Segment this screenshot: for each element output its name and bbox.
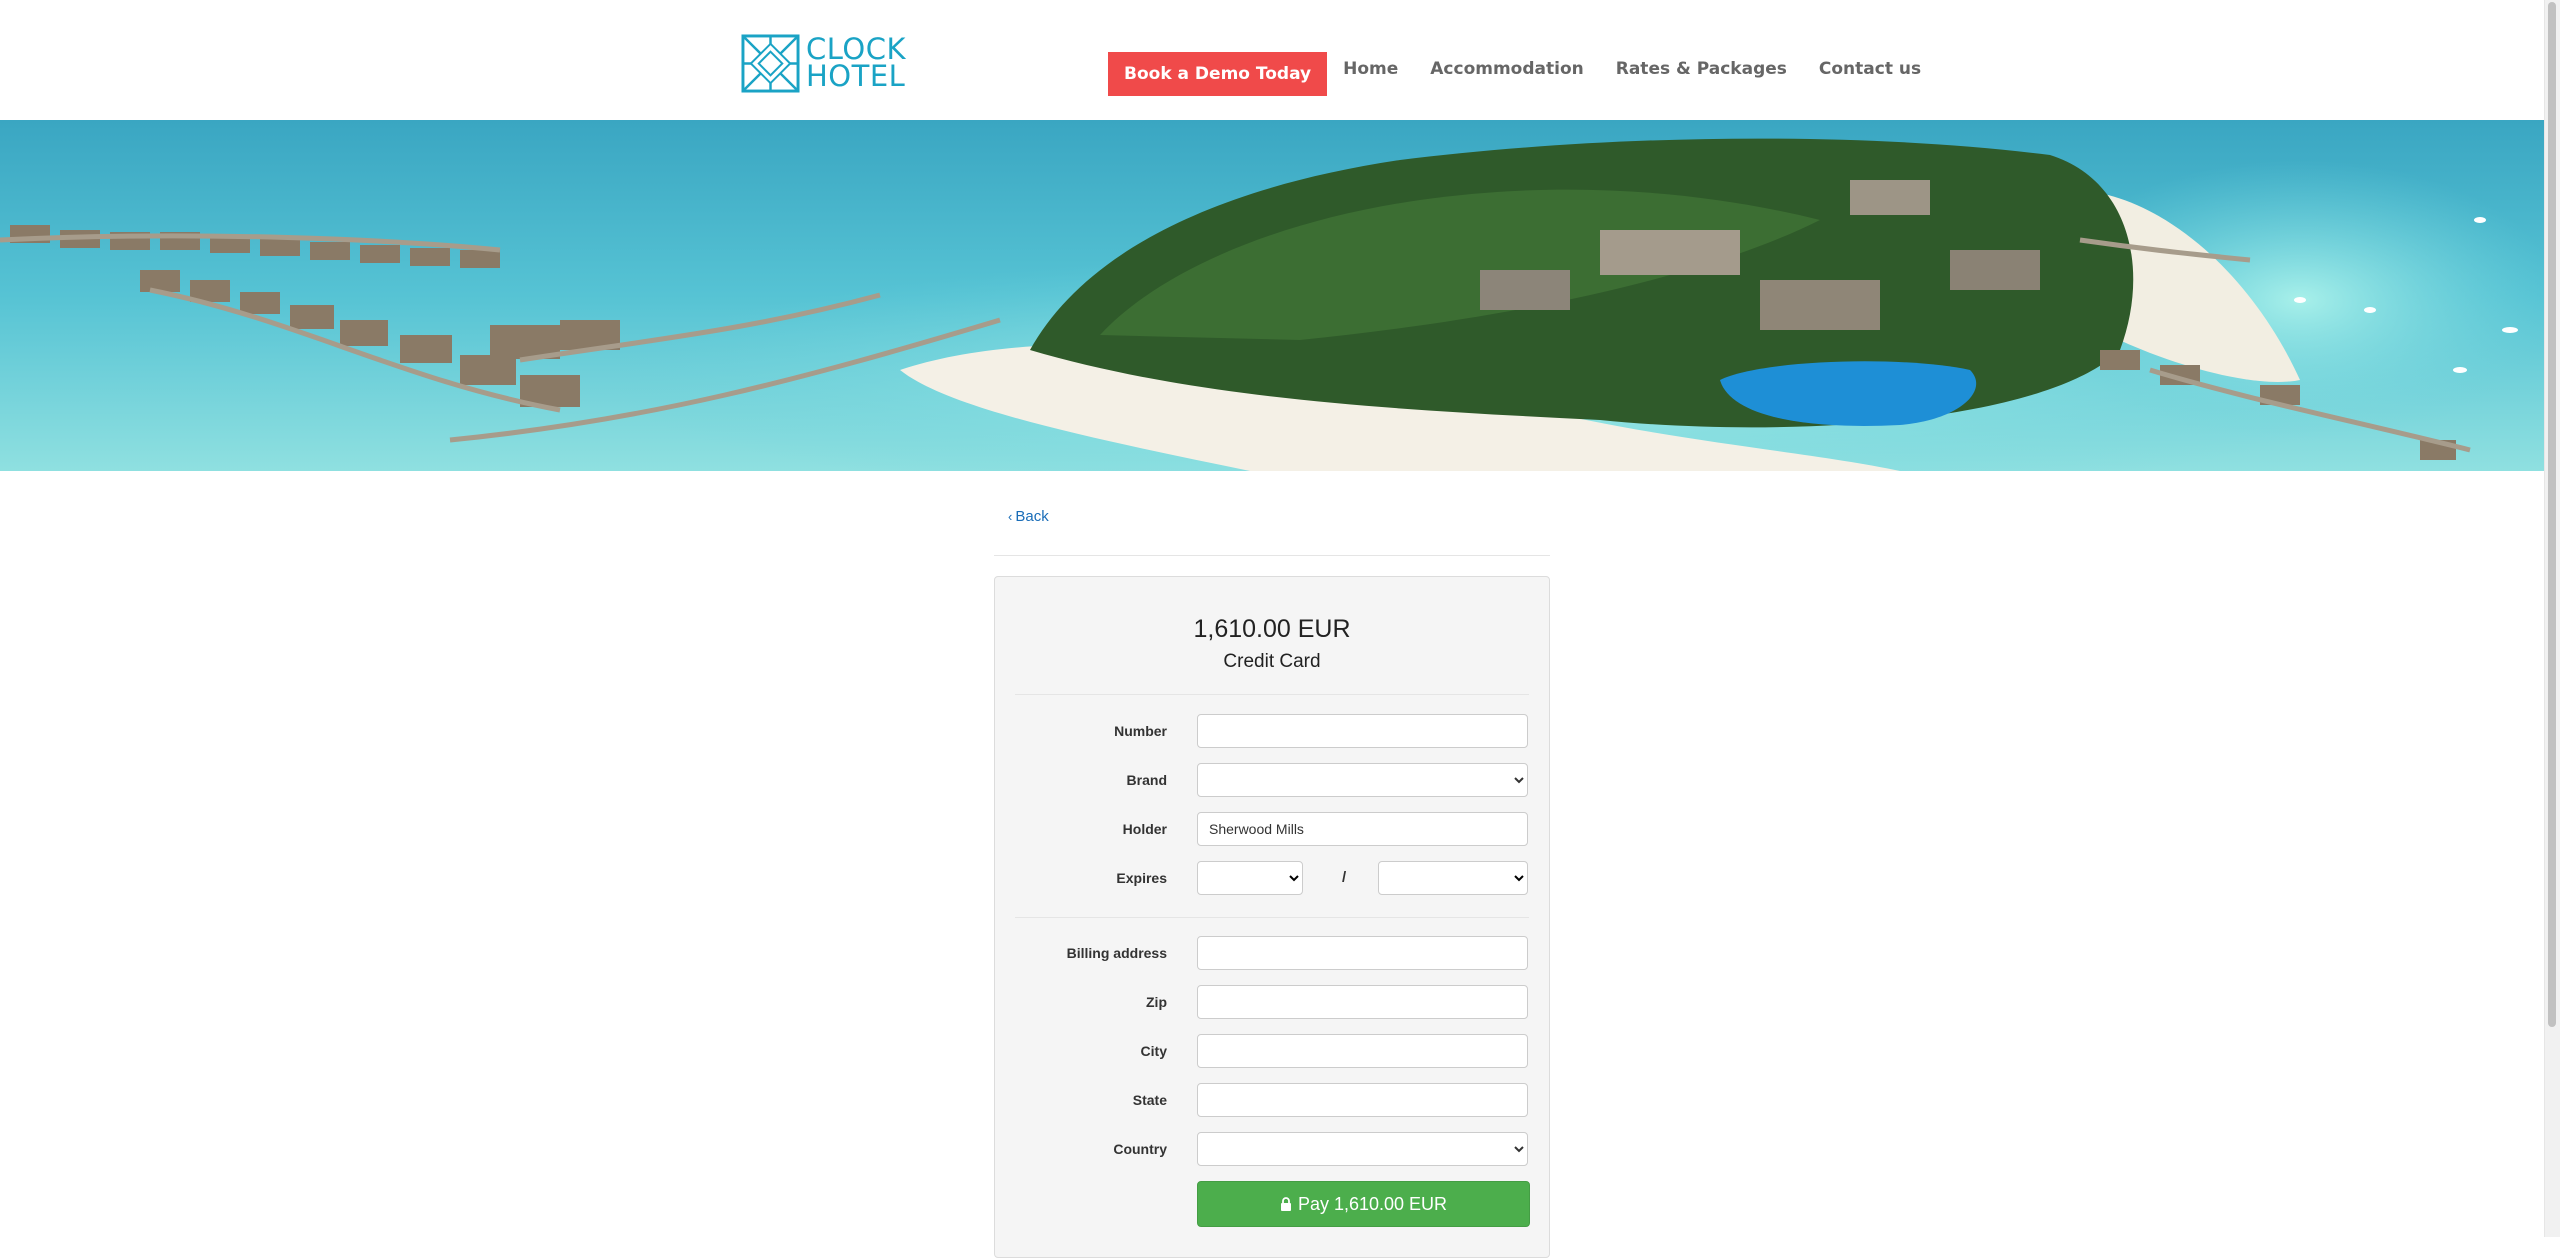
divider	[1015, 694, 1529, 695]
payment-form-panel: 1,610.00 EUR Credit Card Number Brand Ho…	[994, 576, 1550, 1258]
logo-text: CLOCK HOTEL	[806, 35, 906, 93]
back-label: Back	[1015, 508, 1049, 525]
city-input[interactable]	[1197, 1034, 1528, 1068]
card-expires-row: Expires /	[995, 861, 1549, 897]
clock-hotel-logo-icon	[741, 33, 800, 93]
nav-home[interactable]: Home	[1343, 59, 1398, 79]
card-brand-select[interactable]	[1197, 763, 1528, 797]
lock-icon	[1280, 1197, 1291, 1211]
billing-address-row: Billing address	[995, 936, 1549, 972]
payment-amount: 1,610.00 EUR	[1193, 615, 1351, 643]
zip-input[interactable]	[1197, 985, 1528, 1019]
zip-row: Zip	[995, 985, 1549, 1021]
main-nav: Book a Demo Today Home Accommodation Rat…	[1108, 52, 1921, 96]
country-label: Country	[1113, 1141, 1167, 1157]
nav-accommodation[interactable]: Accommodation	[1430, 59, 1583, 79]
card-holder-input[interactable]	[1197, 812, 1528, 846]
back-link[interactable]: ‹ Back	[1008, 508, 1049, 525]
hero-banner-image	[0, 120, 2545, 471]
logo-text-line2: HOTEL	[806, 59, 906, 93]
state-input[interactable]	[1197, 1083, 1528, 1117]
site-header: CLOCK HOTEL Book a Demo Today Home Accom…	[0, 0, 2545, 120]
nav-contact-us[interactable]: Contact us	[1819, 59, 1921, 79]
state-row: State	[995, 1083, 1549, 1119]
divider	[994, 555, 1550, 556]
hotel-logo[interactable]: CLOCK HOTEL	[741, 33, 906, 93]
expires-separator: /	[1342, 869, 1347, 886]
state-label: State	[1132, 1092, 1167, 1108]
nav-rates-packages[interactable]: Rates & Packages	[1616, 59, 1787, 79]
card-number-input[interactable]	[1197, 714, 1528, 748]
expires-month-select[interactable]	[1197, 861, 1303, 895]
chevron-left-icon: ‹	[1008, 509, 1013, 524]
country-select[interactable]	[1197, 1132, 1528, 1166]
pay-button-label: Pay 1,610.00 EUR	[1297, 1193, 1448, 1214]
book-demo-button[interactable]: Book a Demo Today	[1108, 52, 1328, 96]
card-brand-label: Brand	[1126, 772, 1167, 788]
billing-address-label: Billing address	[1066, 945, 1167, 961]
card-expires-label: Expires	[1116, 870, 1167, 886]
card-holder-row: Holder	[995, 812, 1549, 848]
island-resort-image	[0, 120, 2545, 471]
zip-label: Zip	[1146, 994, 1167, 1010]
divider	[1015, 917, 1529, 918]
billing-address-input[interactable]	[1197, 936, 1528, 970]
card-holder-label: Holder	[1122, 821, 1167, 837]
card-number-row: Number	[995, 714, 1549, 750]
card-number-label: Number	[1114, 723, 1167, 739]
country-row: Country	[995, 1132, 1549, 1168]
card-brand-row: Brand	[995, 763, 1549, 799]
city-row: City	[995, 1034, 1549, 1070]
payment-method: Credit Card	[1223, 651, 1321, 672]
city-label: City	[1140, 1043, 1167, 1059]
pay-button[interactable]: Pay 1,610.00 EUR	[1197, 1181, 1530, 1227]
expires-year-select[interactable]	[1378, 861, 1528, 895]
scrollbar-thumb[interactable]	[2548, 2, 2556, 1027]
page-scrollbar[interactable]	[2544, 0, 2560, 1237]
